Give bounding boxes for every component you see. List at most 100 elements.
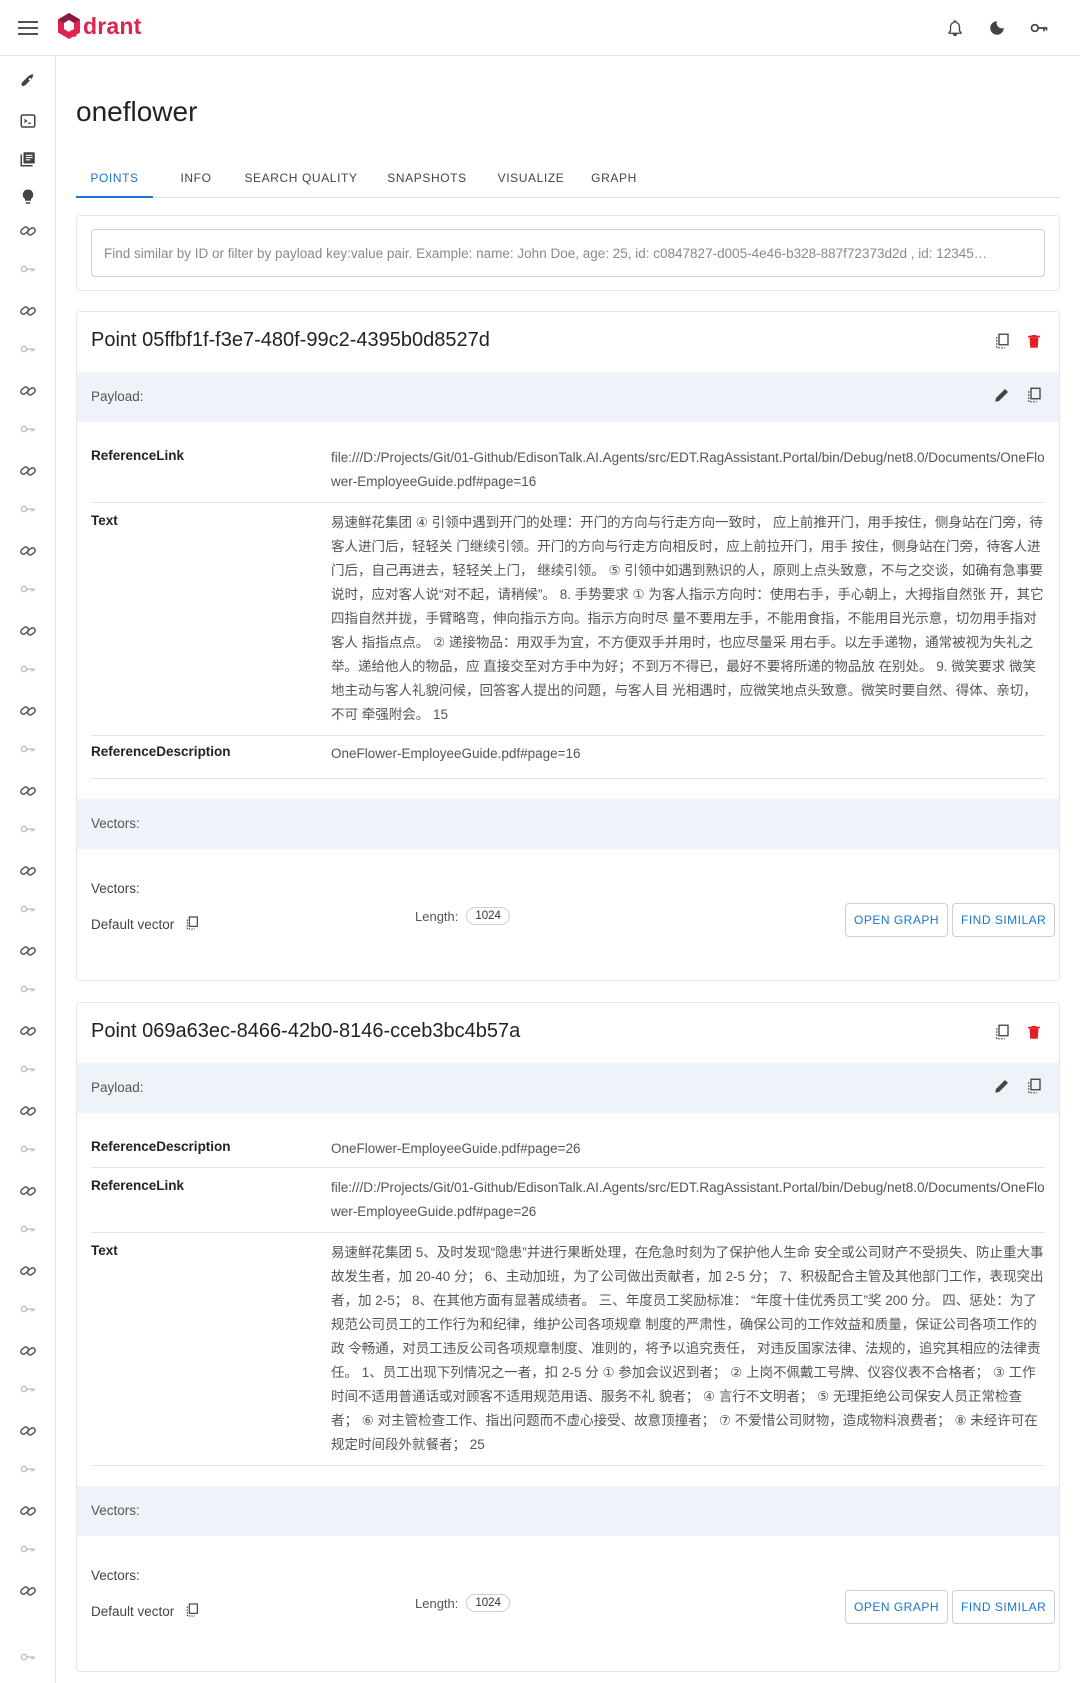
- link-icon[interactable]: [17, 780, 39, 802]
- payload-row: Text 易速鲜花集团 ④ 引领中遇到开门的处理：开门的方向与行走方向一致时， …: [91, 503, 1045, 736]
- point-title: Point 05ffbf1f-f3e7-480f-99c2-4395b0d852…: [91, 329, 490, 351]
- payload-row: ReferenceDescription OneFlower-EmployeeG…: [91, 1127, 1045, 1168]
- link-icon[interactable]: [17, 700, 39, 722]
- link-icon[interactable]: [17, 860, 39, 882]
- open-graph-button[interactable]: OPEN GRAPH: [845, 903, 949, 937]
- link-icon[interactable]: [17, 940, 39, 962]
- vectors-section: Vectors: Default vector Length: 1024 OPE…: [77, 1536, 1059, 1646]
- copy-icon[interactable]: [1025, 386, 1043, 409]
- link-icon[interactable]: [17, 380, 39, 402]
- payload-header: Payload:: [77, 1063, 1059, 1113]
- key-icon[interactable]: [17, 258, 39, 280]
- key-icon[interactable]: [17, 1138, 39, 1160]
- length-label: Length:: [415, 1595, 459, 1611]
- point-title: Point 069a63ec-8466-42b0-8146-cceb3bc4b5…: [91, 1020, 521, 1042]
- app-logo[interactable]: drant: [57, 12, 142, 40]
- key-icon[interactable]: [17, 418, 39, 440]
- payload-key: ReferenceLink: [91, 448, 185, 463]
- link-icon[interactable]: [17, 220, 39, 242]
- dark-mode-icon[interactable]: [986, 17, 1008, 39]
- key-icon[interactable]: [17, 1458, 39, 1480]
- lightbulb-icon[interactable]: [17, 186, 39, 208]
- link-icon[interactable]: [17, 1180, 39, 1202]
- key-icon[interactable]: [17, 1646, 39, 1668]
- payload-value: OneFlower-EmployeeGuide.pdf#page=16: [331, 746, 581, 761]
- payload-key: Text: [91, 513, 118, 528]
- payload-value: 易速鲜花集团 5、及时发现“隐患”并进行果断处理，在危急时刻为了保护他人生命 安…: [331, 1245, 1044, 1452]
- key-icon[interactable]: [17, 978, 39, 1000]
- key-icon[interactable]: [17, 658, 39, 680]
- edit-icon[interactable]: [993, 1077, 1011, 1100]
- link-icon[interactable]: [17, 620, 39, 642]
- payload-row: ReferenceLink file:///D:/Projects/Git/01…: [91, 1168, 1045, 1233]
- link-icon[interactable]: [17, 1020, 39, 1042]
- key-icon[interactable]: [17, 1538, 39, 1560]
- find-similar-button[interactable]: FIND SIMILAR: [952, 903, 1056, 937]
- tab-points[interactable]: POINTS: [76, 158, 153, 198]
- menu-icon[interactable]: [18, 18, 38, 38]
- payload-row: Text 易速鲜花集团 5、及时发现“隐患”并进行果断处理，在危急时刻为了保护他…: [91, 1233, 1045, 1466]
- key-icon[interactable]: [17, 1218, 39, 1240]
- copy-icon[interactable]: [184, 1602, 200, 1621]
- app-name: drant: [83, 12, 142, 39]
- link-icon[interactable]: [17, 460, 39, 482]
- key-icon[interactable]: [17, 898, 39, 920]
- link-icon[interactable]: [17, 1260, 39, 1282]
- payload-label: Payload:: [91, 1080, 144, 1095]
- payload-value: 易速鲜花集团 ④ 引领中遇到开门的处理：开门的方向与行走方向一致时， 应上前推开…: [331, 515, 1044, 722]
- key-icon[interactable]: [17, 578, 39, 600]
- tab-graph[interactable]: GRAPH: [576, 158, 652, 198]
- search-input[interactable]: [91, 229, 1045, 277]
- vectors-band-label: Vectors:: [91, 816, 140, 831]
- default-vector-label: Default vector: [91, 1604, 175, 1619]
- edit-icon[interactable]: [993, 386, 1011, 409]
- key-icon[interactable]: [17, 1058, 39, 1080]
- key-icon[interactable]: [17, 498, 39, 520]
- payload-row: ReferenceDescription OneFlower-EmployeeG…: [91, 736, 1045, 779]
- vector-length-chip: 1024: [466, 907, 510, 925]
- tab-visualize[interactable]: VISUALIZE: [481, 158, 581, 198]
- copy-icon[interactable]: [993, 332, 1011, 355]
- key-icon[interactable]: [17, 1378, 39, 1400]
- tab-snapshots[interactable]: SNAPSHOTS: [372, 158, 482, 198]
- payload-key: ReferenceLink: [91, 1178, 185, 1193]
- key-icon[interactable]: [17, 738, 39, 760]
- vector-length-chip: 1024: [466, 1594, 510, 1612]
- qdrant-logo-icon: [58, 13, 80, 39]
- vectors-band-label: Vectors:: [91, 1503, 140, 1518]
- copy-icon[interactable]: [184, 915, 200, 934]
- console-icon[interactable]: [17, 110, 39, 132]
- key-icon[interactable]: [17, 818, 39, 840]
- link-icon[interactable]: [17, 1580, 39, 1602]
- api-key-icon[interactable]: [1028, 17, 1050, 39]
- payload-key: Text: [91, 1243, 118, 1258]
- open-graph-button[interactable]: OPEN GRAPH: [845, 1590, 949, 1624]
- default-vector-label: Default vector: [91, 917, 175, 932]
- copy-icon[interactable]: [1025, 1077, 1043, 1100]
- point-card: Point 05ffbf1f-f3e7-480f-99c2-4395b0d852…: [76, 311, 1060, 981]
- payload-row: ReferenceLink file:///D:/Projects/Git/01…: [91, 436, 1045, 503]
- bell-icon[interactable]: [944, 17, 966, 39]
- key-icon[interactable]: [17, 338, 39, 360]
- rocket-icon[interactable]: [17, 70, 39, 92]
- link-icon[interactable]: [17, 1100, 39, 1122]
- link-icon[interactable]: [17, 1420, 39, 1442]
- vectors-header: Vectors:: [77, 1486, 1059, 1536]
- link-icon[interactable]: [17, 1500, 39, 1522]
- vectors-label: Vectors:: [91, 881, 140, 896]
- collections-icon[interactable]: [17, 148, 39, 170]
- vectors-label: Vectors:: [91, 1568, 140, 1583]
- tab-search-quality[interactable]: SEARCH QUALITY: [236, 158, 366, 198]
- copy-icon[interactable]: [993, 1023, 1011, 1046]
- tab-info[interactable]: INFO: [160, 158, 232, 198]
- link-icon[interactable]: [17, 300, 39, 322]
- payload-value: file:///D:/Projects/Git/01-Github/Edison…: [331, 1180, 1045, 1219]
- find-similar-button[interactable]: FIND SIMILAR: [952, 1590, 1056, 1624]
- link-icon[interactable]: [17, 540, 39, 562]
- link-icon[interactable]: [17, 1340, 39, 1362]
- key-icon[interactable]: [17, 1298, 39, 1320]
- delete-icon[interactable]: [1025, 1023, 1043, 1046]
- page-title: oneflower: [76, 96, 198, 127]
- delete-icon[interactable]: [1025, 332, 1043, 355]
- top-bar: drant: [0, 0, 1080, 56]
